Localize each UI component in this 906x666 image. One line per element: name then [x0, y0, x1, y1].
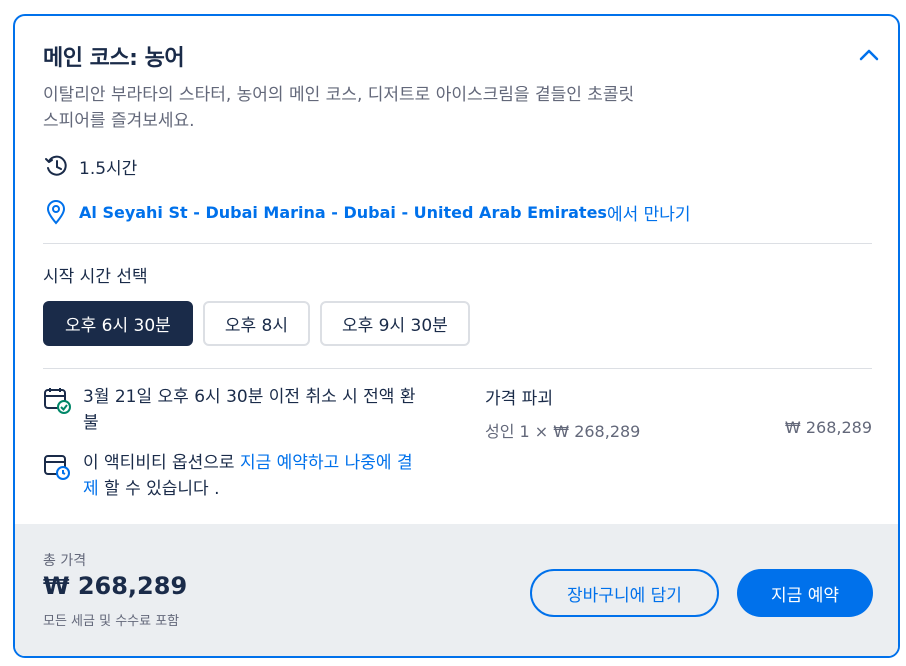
option-description: 이탈리안 부라타의 스타터, 농어의 메인 코스, 디저트로 아이스크림을 곁들…	[43, 85, 635, 131]
meeting-point-link[interactable]: Al Seyahi St - Dubai Marina - Dubai - Un…	[79, 203, 607, 222]
divider	[43, 368, 872, 369]
location-pin-icon	[43, 199, 69, 225]
add-to-cart-button[interactable]: 장바구니에 담기	[530, 569, 719, 617]
price-breakdown-title: 가격 파괴	[485, 389, 553, 409]
time-option-2130[interactable]: 오후 9시 30분	[319, 301, 470, 346]
total-price: ₩ 268,289	[43, 572, 188, 600]
meeting-point-row: Al Seyahi St - Dubai Marina - Dubai - Un…	[43, 199, 691, 225]
book-now-button[interactable]: 지금 예약	[737, 569, 873, 617]
divider	[43, 243, 872, 244]
time-option-2000[interactable]: 오후 8시	[202, 301, 310, 346]
meeting-point-suffix: 에서 만나기	[606, 204, 691, 225]
price-line-total: ₩ 268,289	[784, 418, 872, 437]
start-time-options: 오후 6시 30분 오후 8시 오후 9시 30분	[43, 301, 470, 346]
reserve-now-text: 이 액티비티 옵션으로 지금 예약하고 나중에 결제 할 수 있습니다 .	[83, 450, 423, 502]
time-option-1830[interactable]: 오후 6시 30분	[43, 301, 193, 346]
calendar-clock-icon	[43, 452, 71, 480]
cancellation-text: 3월 21일 오후 6시 30분 이전 취소 시 전액 환불	[83, 387, 416, 433]
option-title: 메인 코스: 농어	[43, 46, 185, 71]
reserve-now-row: 이 액티비티 옵션으로 지금 예약하고 나중에 결제 할 수 있습니다 .	[43, 450, 423, 502]
cancellation-row: 3월 21일 오후 6시 30분 이전 취소 시 전액 환불	[43, 384, 423, 436]
tax-note: 모든 세금 및 수수료 포함	[43, 614, 180, 629]
reserve-prefix: 이 액티비티 옵션으로	[83, 453, 240, 473]
duration-row: 1.5시간	[43, 153, 137, 179]
duration-text: 1.5시간	[79, 158, 138, 179]
calendar-check-icon	[43, 386, 71, 414]
price-line-label: 성인 1 × ₩ 268,289	[485, 422, 641, 441]
reserve-suffix: 할 수 있습니다 .	[98, 479, 220, 499]
total-price-label: 총 가격	[43, 553, 87, 569]
price-breakdown-line: 성인 1 × ₩ 268,289 ₩ 268,289	[485, 418, 872, 442]
chevron-up-icon[interactable]	[858, 44, 880, 66]
start-time-label: 시작 시간 선택	[43, 267, 148, 287]
booking-footer: 총 가격 ₩ 268,289 모든 세금 및 수수료 포함 장바구니에 담기 지…	[15, 524, 898, 656]
activity-option-card: 메인 코스: 농어 이탈리안 부라타의 스타터, 농어의 메인 코스, 디저트로…	[13, 14, 900, 658]
history-clock-icon	[43, 153, 69, 179]
